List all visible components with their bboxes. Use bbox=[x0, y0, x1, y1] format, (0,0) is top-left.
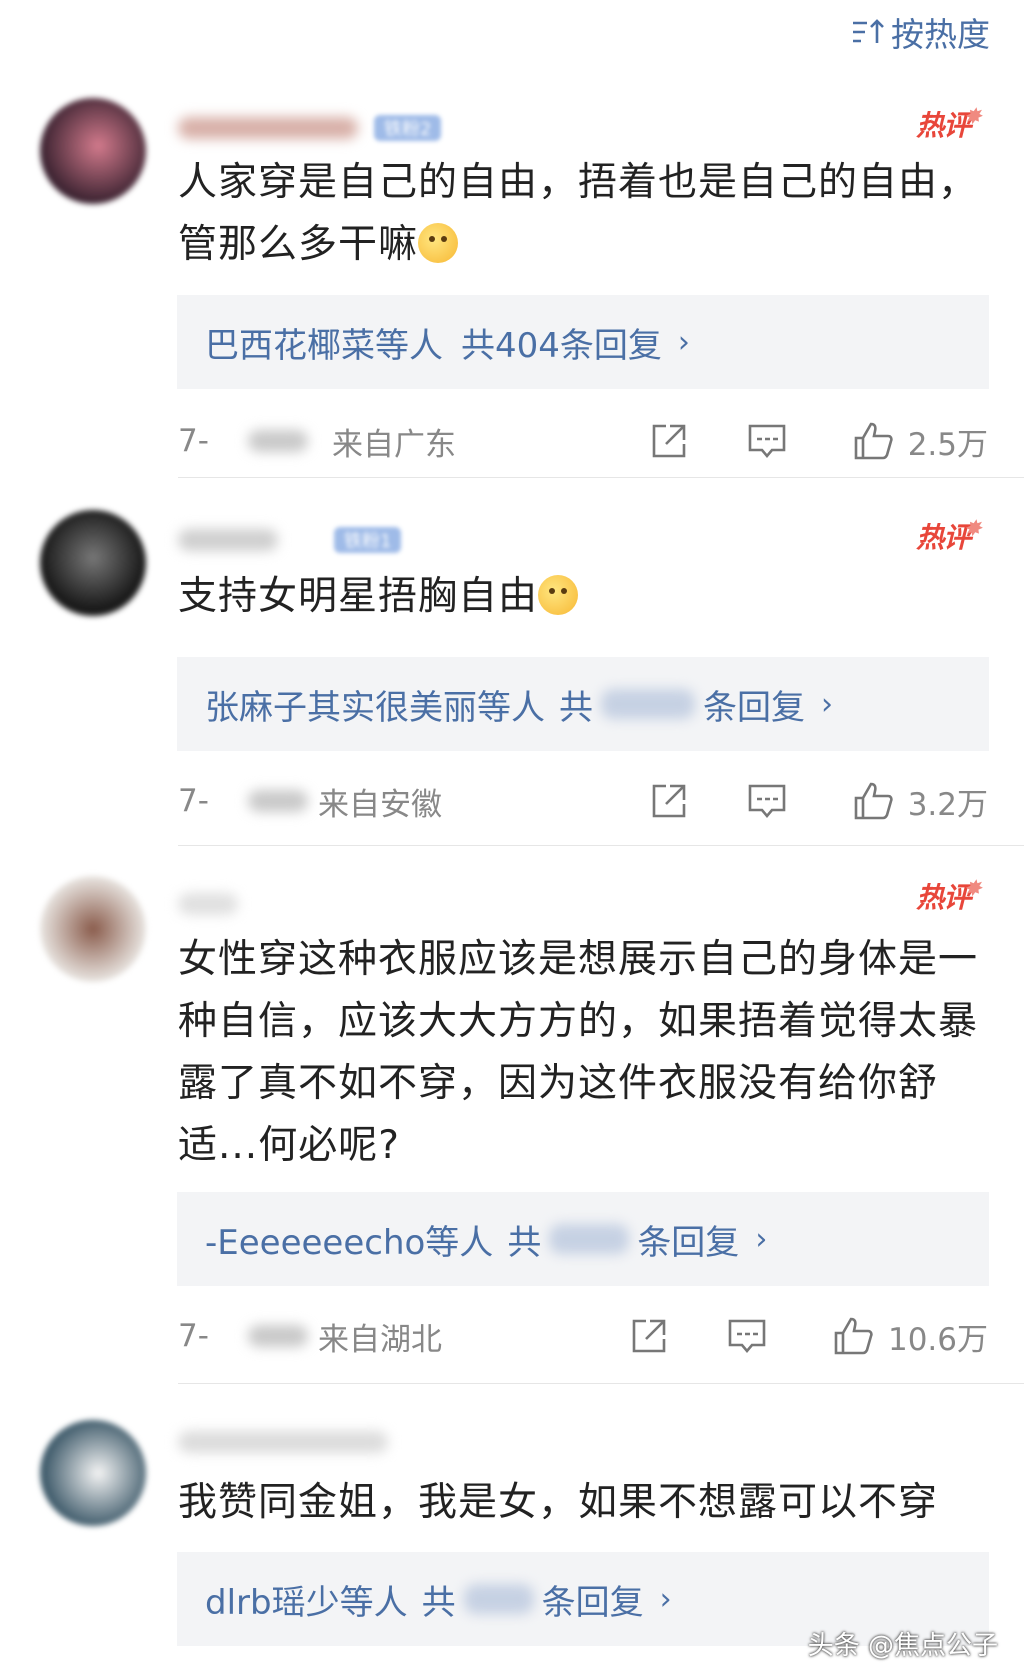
comment-icon bbox=[728, 1319, 766, 1354]
chevron-right-icon: › bbox=[755, 1221, 768, 1257]
replies-suffix: 条回复 bbox=[541, 1582, 644, 1623]
replies-link[interactable]: -Eeeeeeecho等人 共 条回复 › bbox=[177, 1192, 989, 1286]
username[interactable] bbox=[178, 1431, 388, 1453]
username-row bbox=[178, 1424, 388, 1460]
username[interactable] bbox=[178, 529, 278, 551]
replies-link[interactable]: 张麻子其实很美丽等人 共 条回复 › bbox=[177, 657, 989, 751]
username-row: 铁粉2 bbox=[178, 110, 442, 146]
share-button[interactable] bbox=[648, 420, 690, 462]
replies-count: 共404条回复 bbox=[461, 325, 662, 366]
fan-badge: 铁粉1 bbox=[334, 527, 402, 553]
comment-text: 我赞同金姐，我是女，如果不想露可以不穿 bbox=[178, 1480, 939, 1525]
comment-icon bbox=[748, 784, 785, 819]
divider bbox=[178, 1383, 1024, 1384]
hot-comment-badge: 热评✸ bbox=[916, 876, 981, 914]
chevron-right-icon: › bbox=[677, 324, 690, 360]
hot-comment-badge: 热评✸ bbox=[916, 516, 981, 554]
like-button[interactable]: 10.6万 bbox=[832, 1314, 988, 1359]
sort-by-hot-button[interactable]: 按热度 bbox=[851, 8, 990, 56]
username-row bbox=[178, 886, 238, 922]
avatar[interactable] bbox=[40, 98, 146, 204]
divider bbox=[178, 845, 1024, 846]
comment-icon bbox=[748, 424, 785, 459]
comment-location: 来自广东 bbox=[332, 426, 456, 463]
replies-suffix: 条回复 bbox=[703, 687, 805, 728]
hot-comment-badge: 热评✸ bbox=[916, 104, 981, 142]
thumbs-up-icon bbox=[854, 782, 893, 820]
like-button[interactable]: 3.2万 bbox=[852, 779, 988, 824]
replies-count-label: 共 bbox=[507, 1222, 542, 1263]
reply-button[interactable] bbox=[746, 780, 788, 822]
chevron-right-icon: › bbox=[821, 686, 833, 722]
share-icon bbox=[632, 1319, 666, 1353]
divider bbox=[178, 477, 1024, 478]
reply-button[interactable] bbox=[746, 420, 788, 462]
blurred-count bbox=[549, 1224, 630, 1254]
username-row: 铁粉1 bbox=[178, 522, 402, 558]
share-icon bbox=[652, 784, 685, 818]
replies-suffix: 条回复 bbox=[637, 1222, 740, 1263]
comment-text: 人家穿是自己的自由，捂着也是自己的自由，管那么多干嘛 bbox=[178, 160, 979, 267]
replies-count-label: 共 bbox=[559, 687, 593, 728]
comment-actions: 2.5万 bbox=[648, 419, 988, 464]
comment-location: 来自湖北 bbox=[318, 1321, 442, 1358]
replies-users: 张麻子其实很美丽等人 bbox=[205, 687, 545, 728]
replies-count-label: 共 bbox=[421, 1582, 456, 1623]
like-count: 3.2万 bbox=[907, 786, 988, 823]
comment-meta: 7- 来自安徽 3.2万 bbox=[178, 776, 988, 826]
chevron-right-icon: › bbox=[659, 1581, 672, 1617]
watermark: 头条 @焦点公子 bbox=[807, 1631, 998, 1661]
like-button[interactable]: 2.5万 bbox=[852, 419, 988, 464]
sort-icon bbox=[853, 19, 884, 43]
reply-button[interactable] bbox=[726, 1315, 768, 1357]
fan-badge: 铁粉2 bbox=[374, 115, 442, 141]
username[interactable] bbox=[178, 117, 358, 139]
blurred-time bbox=[248, 790, 308, 812]
heart-emoji-icon bbox=[538, 575, 579, 615]
thumbs-up-icon bbox=[834, 1317, 873, 1355]
replies-users: -Eeeeeeecho等人 bbox=[205, 1222, 494, 1263]
comment-actions: 10.6万 bbox=[628, 1314, 988, 1359]
comment-date: 7- bbox=[178, 783, 209, 819]
blurred-count bbox=[463, 1584, 534, 1614]
username[interactable] bbox=[178, 893, 238, 915]
comment-text: 支持女明星捂胸自由 bbox=[178, 566, 988, 628]
doge-emoji-icon bbox=[418, 223, 459, 263]
avatar[interactable] bbox=[40, 1420, 146, 1526]
comment-text: 女性穿这种衣服应该是想展示自己的身体是一种自信，应该大大方方的，如果捂着觉得太暴… bbox=[178, 937, 979, 1168]
sort-label: 按热度 bbox=[891, 15, 990, 54]
like-count: 2.5万 bbox=[907, 426, 988, 463]
blurred-time bbox=[248, 430, 308, 452]
replies-users: dlrb瑶少等人 bbox=[205, 1582, 408, 1623]
like-count: 10.6万 bbox=[887, 1321, 988, 1358]
comment-date: 7- bbox=[178, 1318, 209, 1354]
avatar[interactable] bbox=[40, 510, 146, 616]
replies-link[interactable]: 巴西花椰菜等人 共404条回复 › bbox=[177, 295, 989, 389]
thumbs-up-icon bbox=[854, 422, 893, 460]
replies-users: 巴西花椰菜等人 bbox=[205, 325, 443, 366]
share-button[interactable] bbox=[648, 780, 690, 822]
share-button[interactable] bbox=[628, 1315, 670, 1357]
blurred-time bbox=[248, 1325, 308, 1347]
comment-actions: 3.2万 bbox=[648, 779, 988, 824]
comment-meta: 7- 来自广东 2.5万 bbox=[178, 416, 988, 466]
comment-meta: 7- 来自湖北 10.6万 bbox=[178, 1311, 988, 1361]
blurred-count bbox=[601, 689, 695, 719]
avatar[interactable] bbox=[40, 876, 146, 982]
comment-date: 7- bbox=[178, 423, 209, 459]
share-icon bbox=[652, 424, 685, 458]
comment-location: 来自安徽 bbox=[318, 786, 442, 823]
